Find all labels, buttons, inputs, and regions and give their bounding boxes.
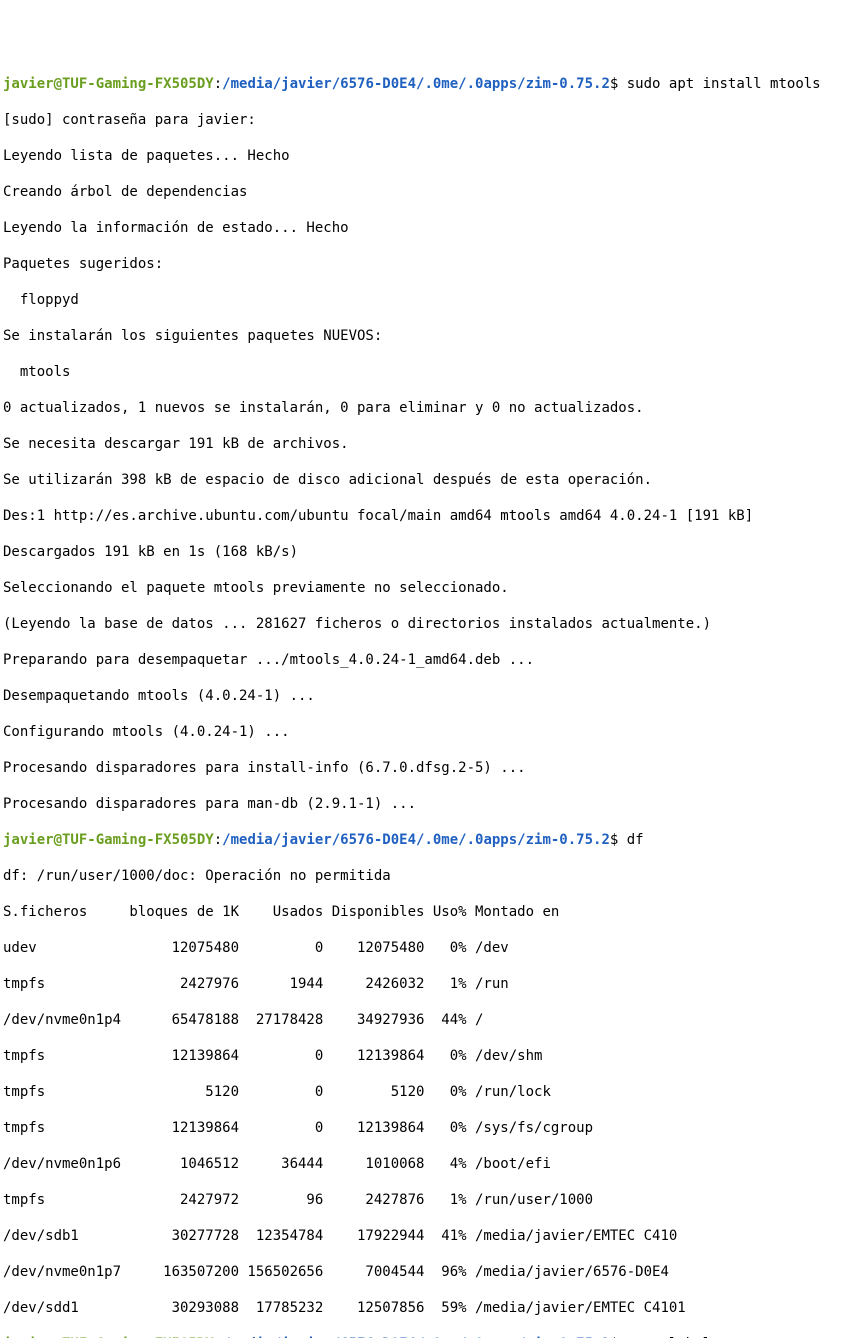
apt-line: 0 actualizados, 1 nuevos se instalarán, …	[3, 399, 841, 417]
apt-line: Seleccionando el paquete mtools previame…	[3, 579, 841, 597]
prompt-dollar: $	[610, 1336, 627, 1338]
prompt-line-1: javier@TUF-Gaming-FX505DY:/media/javier/…	[3, 75, 841, 93]
df-error: df: /run/user/1000/doc: Operación no per…	[3, 867, 841, 885]
apt-line: Descargados 191 kB en 1s (168 kB/s)	[3, 543, 841, 561]
apt-line: Preparando para desempaquetar .../mtools…	[3, 651, 841, 669]
apt-line: Desempaquetando mtools (4.0.24-1) ...	[3, 687, 841, 705]
apt-line: Des:1 http://es.archive.ubuntu.com/ubunt…	[3, 507, 841, 525]
df-row: tmpfs 2427976 1944 2426032 1% /run	[3, 975, 841, 993]
apt-line: [sudo] contraseña para javier:	[3, 111, 841, 129]
prompt-dollar: $	[610, 832, 627, 848]
cmd-install[interactable]: sudo apt install mtools	[627, 76, 821, 92]
apt-line: Leyendo la información de estado... Hech…	[3, 219, 841, 237]
apt-line: Se utilizarán 398 kB de espacio de disco…	[3, 471, 841, 489]
df-row: tmpfs 2427972 96 2427876 1% /run/user/10…	[3, 1191, 841, 1209]
df-row: /dev/nvme0n1p6 1046512 36444 1010068 4% …	[3, 1155, 841, 1173]
prompt-user: javier@TUF-Gaming-FX505DY	[3, 1336, 214, 1338]
prompt-colon: :	[214, 1336, 222, 1338]
prompt-line-2: javier@TUF-Gaming-FX505DY:/media/javier/…	[3, 831, 841, 849]
prompt-dollar: $	[610, 76, 627, 92]
apt-line: Se instalarán los siguientes paquetes NU…	[3, 327, 841, 345]
apt-line: Leyendo lista de paquetes... Hecho	[3, 147, 841, 165]
prompt-path: /media/javier/6576-D0E4/.0me/.0apps/zim-…	[222, 76, 610, 92]
apt-line: Configurando mtools (4.0.24-1) ...	[3, 723, 841, 741]
apt-line: Procesando disparadores para man-db (2.9…	[3, 795, 841, 813]
df-row: /dev/sdb1 30277728 12354784 17922944 41%…	[3, 1227, 841, 1245]
prompt-line-3: javier@TUF-Gaming-FX505DY:/media/javier/…	[3, 1335, 841, 1338]
prompt-user: javier@TUF-Gaming-FX505DY	[3, 832, 214, 848]
apt-line: floppyd	[3, 291, 841, 309]
apt-line: Se necesita descargar 191 kB de archivos…	[3, 435, 841, 453]
apt-line: Paquetes sugeridos:	[3, 255, 841, 273]
df-row: /dev/nvme0n1p7 163507200 156502656 70045…	[3, 1263, 841, 1281]
prompt-path: /media/javier/6576-D0E4/.0me/.0apps/zim-…	[222, 832, 610, 848]
apt-line: mtools	[3, 363, 841, 381]
df-row: /dev/nvme0n1p4 65478188 27178428 3492793…	[3, 1011, 841, 1029]
apt-line: Procesando disparadores para install-inf…	[3, 759, 841, 777]
prompt-colon: :	[214, 76, 222, 92]
df-header: S.ficheros bloques de 1K Usados Disponib…	[3, 903, 841, 921]
df-row: tmpfs 5120 0 5120 0% /run/lock	[3, 1083, 841, 1101]
cmd-man[interactable]: man mlabel	[627, 1336, 711, 1338]
df-row: udev 12075480 0 12075480 0% /dev	[3, 939, 841, 957]
apt-line: (Leyendo la base de datos ... 281627 fic…	[3, 615, 841, 633]
prompt-colon: :	[214, 832, 222, 848]
df-row: tmpfs 12139864 0 12139864 0% /dev/shm	[3, 1047, 841, 1065]
df-row: tmpfs 12139864 0 12139864 0% /sys/fs/cgr…	[3, 1119, 841, 1137]
apt-line: Creando árbol de dependencias	[3, 183, 841, 201]
prompt-user: javier@TUF-Gaming-FX505DY	[3, 76, 214, 92]
cmd-df[interactable]: df	[627, 832, 644, 848]
prompt-path: /media/javier/6576-D0E4/.0me/.0apps/zim-…	[222, 1336, 610, 1338]
df-row: /dev/sdd1 30293088 17785232 12507856 59%…	[3, 1299, 841, 1317]
